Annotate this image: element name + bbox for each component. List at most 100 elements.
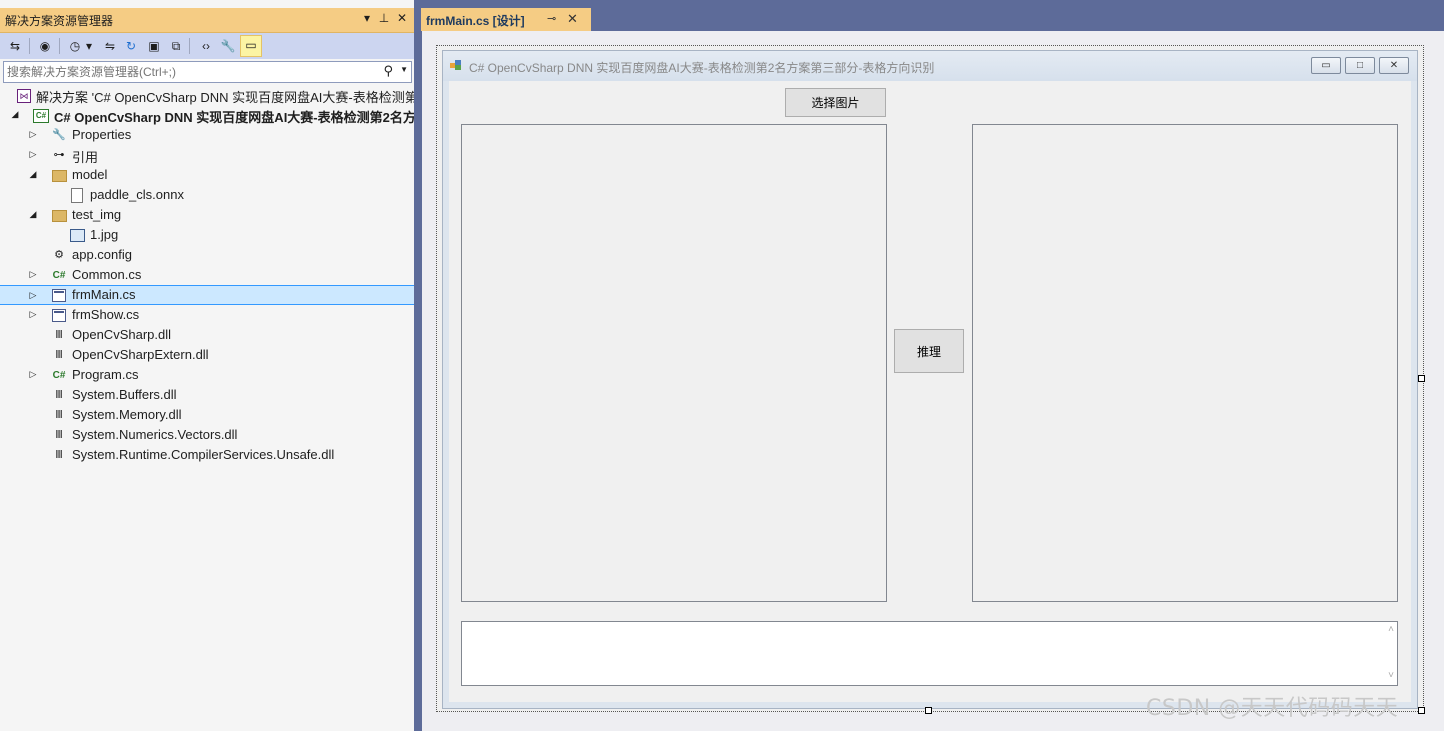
- form-client-area: 选择图片 推理 ˄ ˅: [449, 81, 1411, 702]
- tree-item-image-file[interactable]: 1.jpg: [0, 225, 414, 245]
- form-app-icon: [450, 60, 461, 70]
- toolbar-separator: [189, 38, 190, 54]
- pin-tab-icon[interactable]: ⊸: [547, 12, 556, 25]
- maximize-icon[interactable]: □: [1345, 57, 1375, 74]
- library-icon: Ⅲ: [55, 429, 63, 441]
- tree-item-dll[interactable]: Ⅲ OpenCvSharp.dll: [0, 325, 414, 345]
- tree-item-label: model: [72, 167, 108, 182]
- tree-item-test-img-folder[interactable]: ◢ test_img: [0, 205, 414, 225]
- view-code-icon[interactable]: ‹›: [197, 37, 215, 55]
- tree-item-dll[interactable]: Ⅲ OpenCvSharpExtern.dll: [0, 345, 414, 365]
- library-icon: Ⅲ: [55, 349, 63, 361]
- tree-item-frmshow-cs[interactable]: ▷ frmShow.cs: [0, 305, 414, 325]
- toolbar-separator: [29, 38, 30, 54]
- search-icon[interactable]: ⚲: [383, 63, 393, 79]
- csharp-file-icon: C#: [52, 270, 66, 281]
- tree-item-label: System.Numerics.Vectors.dll: [72, 427, 238, 442]
- minimize-icon[interactable]: ▭: [1311, 57, 1341, 74]
- expand-arrow-icon[interactable]: ◢: [28, 209, 38, 219]
- switch-views-icon[interactable]: ⇆: [6, 37, 24, 55]
- image-file-icon: [69, 227, 85, 243]
- collapse-arrow-icon[interactable]: ▷: [28, 129, 38, 139]
- form-icon: [51, 307, 67, 323]
- tree-item-solution[interactable]: ⋈ 解决方案 'C# OpenCvSharp DNN 实现百度网盘AI大赛-表格…: [0, 85, 414, 105]
- pending-changes-icon[interactable]: ◷: [66, 37, 84, 55]
- tree-item-label: C# OpenCvSharp DNN 实现百度网盘AI大赛-表格检测第2名方案: [54, 110, 414, 125]
- tree-item-dll[interactable]: Ⅲ System.Memory.dll: [0, 405, 414, 425]
- solution-explorer-title: 解决方案资源管理器: [5, 14, 114, 28]
- collapse-arrow-icon[interactable]: ▷: [28, 309, 38, 319]
- pin-icon[interactable]: ⊥: [377, 11, 391, 25]
- tree-item-properties[interactable]: ▷ 🔧 Properties: [0, 125, 414, 145]
- tree-item-program-cs[interactable]: ▷ C# Program.cs: [0, 365, 414, 385]
- tree-item-frmmain-cs[interactable]: ▷ frmMain.cs: [0, 285, 414, 305]
- tree-item-label: paddle_cls.onnx: [90, 187, 184, 202]
- textbox-scrollbar[interactable]: ˄ ˅: [1381, 622, 1397, 685]
- window-position-dropdown-icon[interactable]: ▾: [360, 11, 374, 25]
- picturebox-input: [461, 124, 887, 602]
- csharp-project-icon: C#: [33, 107, 49, 123]
- designed-form[interactable]: C# OpenCvSharp DNN 实现百度网盘AI大赛-表格检测第2名方案第…: [442, 50, 1418, 709]
- properties-wrench-icon[interactable]: 🔧: [219, 37, 237, 55]
- tree-item-model-folder[interactable]: ◢ model: [0, 165, 414, 185]
- refresh-icon[interactable]: ↻: [122, 37, 140, 55]
- tree-item-dll[interactable]: Ⅲ System.Buffers.dll: [0, 385, 414, 405]
- collapse-arrow-icon[interactable]: ▷: [28, 149, 38, 159]
- chevron-down-icon[interactable]: ▾: [84, 37, 94, 55]
- solution-icon: ⋈: [16, 87, 32, 103]
- solution-explorer-toolbar: ⇆ ◉ ◷ ▾ ⇋ ↻ ▣ ⧉ ‹› 🔧 ▭: [0, 33, 414, 59]
- show-all-files-icon[interactable]: ⧉: [167, 37, 185, 55]
- close-panel-icon[interactable]: ✕: [395, 11, 409, 25]
- tree-item-label: Common.cs: [72, 267, 142, 282]
- tree-item-onnx-file[interactable]: paddle_cls.onnx: [0, 185, 414, 205]
- scroll-down-icon[interactable]: ˅: [1388, 670, 1394, 681]
- solution-explorer-search[interactable]: ⚲ ▼: [3, 61, 412, 83]
- collapse-arrow-icon[interactable]: ▷: [28, 269, 38, 279]
- tree-item-app-config[interactable]: ⚙ app.config: [0, 245, 414, 265]
- select-image-button[interactable]: 选择图片: [785, 88, 886, 117]
- form-titlebar: C# OpenCvSharp DNN 实现百度网盘AI大赛-表格检测第2名方案第…: [443, 51, 1417, 81]
- tree-item-common-cs[interactable]: ▷ C# Common.cs: [0, 265, 414, 285]
- tree-item-label: Program.cs: [72, 367, 139, 382]
- collapse-all-icon[interactable]: ▣: [145, 37, 163, 55]
- form-title: C# OpenCvSharp DNN 实现百度网盘AI大赛-表格检测第2名方案第…: [469, 61, 935, 75]
- toolbar-separator: [59, 38, 60, 54]
- tree-item-label: Properties: [72, 127, 132, 142]
- resize-handle-bottom[interactable]: [925, 707, 932, 714]
- form-icon: [51, 287, 67, 303]
- library-icon: Ⅲ: [55, 329, 63, 341]
- expand-arrow-icon[interactable]: ◢: [28, 169, 38, 179]
- solution-explorer-panel: 解决方案资源管理器 ▾ ⊥ ✕ ⇆ ◉ ◷ ▾ ⇋ ↻ ▣ ⧉ ‹› 🔧 ▭ ⚲…: [0, 0, 414, 731]
- infer-button[interactable]: 推理: [894, 329, 964, 373]
- search-input[interactable]: [7, 63, 377, 80]
- library-icon: Ⅲ: [55, 409, 63, 421]
- preview-selected-icon[interactable]: ▭: [240, 35, 262, 57]
- csharp-file-icon: C#: [52, 370, 66, 381]
- tree-item-label: 1.jpg: [90, 227, 119, 242]
- tree-item-dll[interactable]: Ⅲ System.Numerics.Vectors.dll: [0, 425, 414, 445]
- collapse-arrow-icon[interactable]: ▷: [28, 369, 38, 379]
- search-options-dropdown-icon[interactable]: ▼: [400, 65, 408, 74]
- tree-item-references[interactable]: ▷ ⊶ 引用: [0, 145, 414, 165]
- resize-handle-corner[interactable]: [1418, 707, 1425, 714]
- close-window-icon[interactable]: ✕: [1379, 57, 1409, 74]
- resize-handle-right[interactable]: [1418, 375, 1425, 382]
- references-icon: ⊶: [53, 149, 65, 161]
- wrench-icon: 🔧: [52, 129, 66, 141]
- tree-item-label: 解决方案 'C# OpenCvSharp DNN 实现百度网盘AI大赛-表格检测…: [36, 90, 414, 105]
- tree-item-label: OpenCvSharpExtern.dll: [72, 347, 209, 362]
- scroll-up-icon[interactable]: ˄: [1388, 624, 1394, 635]
- tree-item-project[interactable]: ◢ C# C# OpenCvSharp DNN 实现百度网盘AI大赛-表格检测第…: [0, 105, 414, 125]
- sync-icon[interactable]: ⇋: [101, 37, 119, 55]
- tab-frmmain-design[interactable]: frmMain.cs [设计] ⊸ ✕: [421, 8, 591, 31]
- collapse-arrow-icon[interactable]: ▷: [28, 290, 38, 300]
- close-tab-icon[interactable]: ✕: [567, 11, 578, 27]
- file-icon: [69, 187, 85, 203]
- config-icon: ⚙: [54, 249, 64, 261]
- expand-arrow-icon[interactable]: ◢: [10, 109, 20, 119]
- tree-item-label: OpenCvSharp.dll: [72, 327, 171, 342]
- tree-item-dll[interactable]: Ⅲ System.Runtime.CompilerServices.Unsafe…: [0, 445, 414, 465]
- tab-label: frmMain.cs [设计]: [426, 14, 525, 28]
- globe-icon[interactable]: ◉: [36, 37, 54, 55]
- result-textbox[interactable]: ˄ ˅: [461, 621, 1398, 686]
